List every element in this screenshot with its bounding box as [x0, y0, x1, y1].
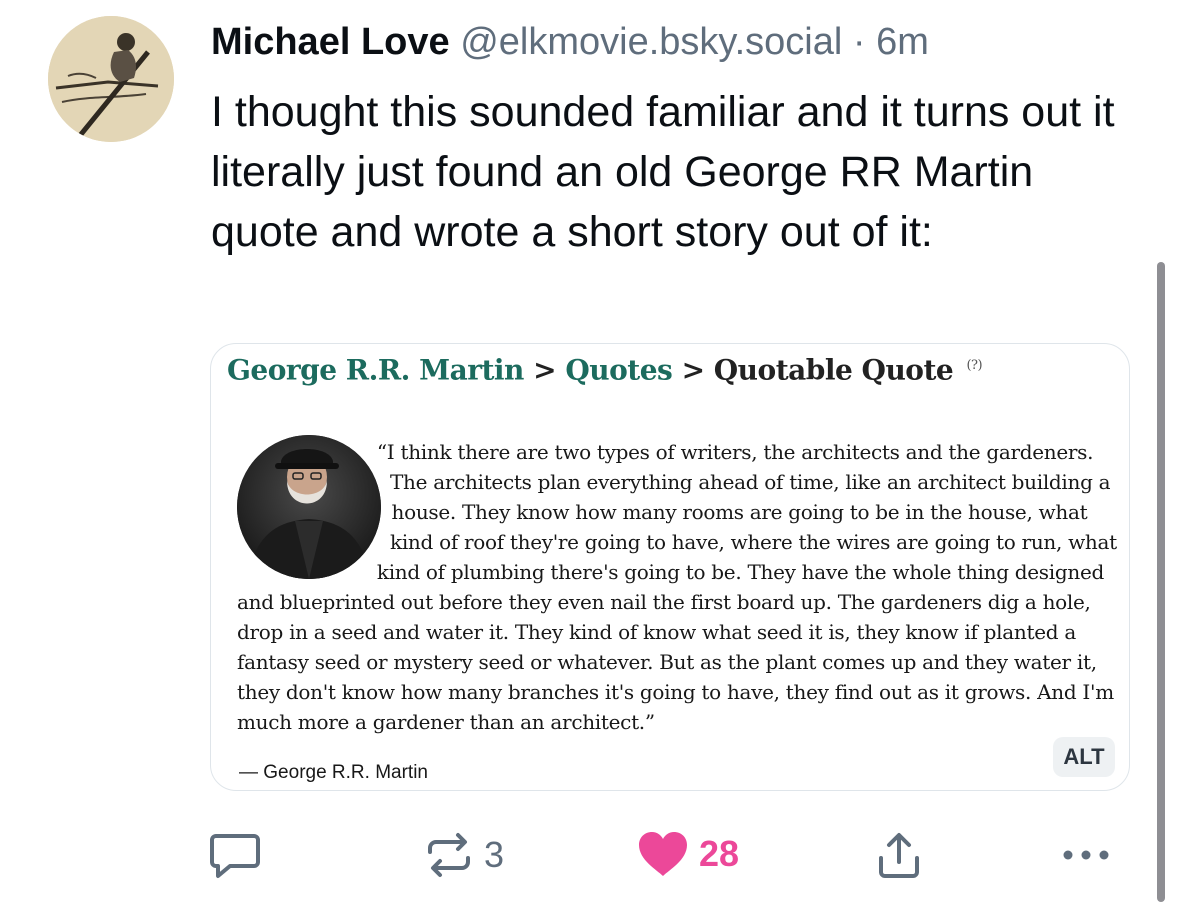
reply-icon — [210, 834, 260, 878]
quote-wrap-spacer — [237, 437, 393, 587]
author-name[interactable]: Michael Love — [211, 21, 450, 63]
repost-count: 3 — [484, 834, 505, 875]
meta-separator: · — [852, 21, 866, 63]
repost-icon — [428, 833, 470, 877]
post-timestamp[interactable]: 6m — [876, 21, 929, 63]
post-text: I thought this sounded familiar and it t… — [211, 88, 1115, 256]
like-button[interactable]: 28 — [637, 830, 739, 878]
breadcrumb-separator: > — [533, 353, 557, 387]
repost-button[interactable]: 3 — [424, 830, 504, 880]
more-options-button[interactable] — [1060, 830, 1112, 880]
breadcrumb-separator: > — [681, 353, 705, 387]
breadcrumb-quotes: Quotes — [565, 353, 673, 387]
breadcrumb: George R.R. Martin > Quotes > Quotable Q… — [227, 346, 983, 390]
quote-text: “I think there are two types of writers,… — [237, 437, 1117, 737]
reply-button[interactable] — [208, 830, 262, 880]
alt-text-button[interactable]: ALT — [1053, 737, 1115, 777]
heart-icon — [639, 832, 687, 876]
quote-attribution: ― George R.R. Martin — [239, 762, 428, 783]
breadcrumb-current: Quotable Quote — [713, 353, 954, 387]
post-actions: 3 28 — [0, 820, 1179, 890]
breadcrumb-author: George R.R. Martin — [227, 353, 524, 387]
post-header: Michael Love @elkmovie.bsky.social · 6m — [211, 18, 1161, 66]
more-icon — [1063, 850, 1109, 860]
author-avatar[interactable] — [48, 16, 174, 142]
image-embed[interactable]: George R.R. Martin > Quotes > Quotable Q… — [210, 343, 1130, 791]
help-mark: (?) — [966, 358, 983, 373]
avatar-sketch-image — [48, 16, 174, 142]
scrollbar[interactable] — [1157, 262, 1165, 902]
like-count: 28 — [699, 833, 740, 874]
share-button[interactable] — [876, 830, 922, 880]
share-icon — [879, 833, 919, 878]
author-handle[interactable]: @elkmovie.bsky.social — [460, 21, 842, 63]
